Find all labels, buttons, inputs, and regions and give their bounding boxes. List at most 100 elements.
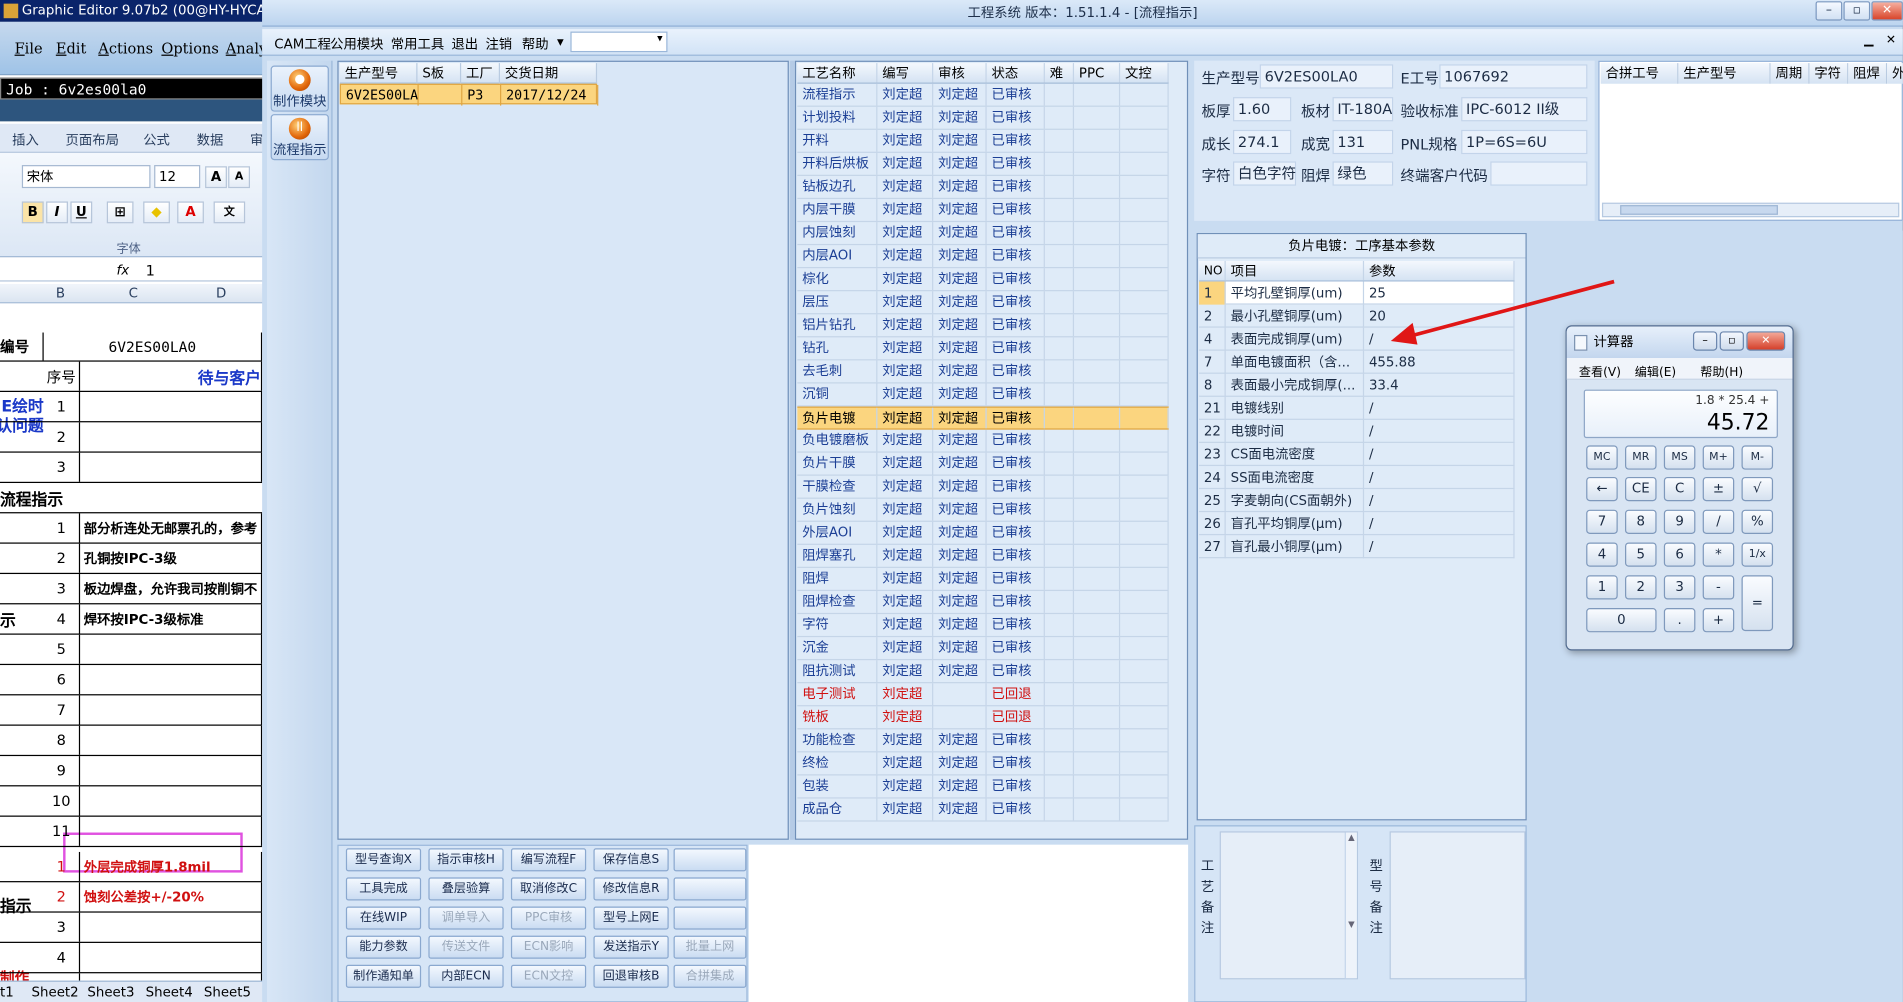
graphic-editor-titlebar[interactable]: Graphic Editor 9.07b2 (00@HY-HYCAM-P [0,0,267,22]
seq-cell[interactable]: 4 [44,942,81,973]
sheet-tab[interactable]: Sheet5 [204,984,251,1000]
param-row[interactable]: 21 电镀线别 / [1199,396,1515,420]
process-row[interactable]: 阻焊检查 刘定超 刘定超 已审核 [797,591,1169,615]
calc-key[interactable]: 5 [1625,542,1657,567]
param-row[interactable]: 4 表面完成铜厚(um) / [1199,327,1515,351]
param-row[interactable]: 26 盲孔平均铜厚(μm) / [1199,512,1515,536]
process-row[interactable]: 负片蚀刻 刘定超 刘定超 已审核 [797,498,1169,522]
calc-minimize-icon[interactable]: – [1692,331,1718,351]
menu-help[interactable]: 帮助 [522,34,549,53]
tab-formula[interactable]: 公式 [143,130,170,149]
action-button[interactable]: 叠层验算 [428,877,504,901]
col-item[interactable]: 项目 [1226,260,1365,281]
instruction-cell[interactable] [80,634,263,664]
process-row[interactable]: 内层AOI 刘定超 刘定超 已审核 [797,245,1169,269]
col-s-board[interactable]: S板 [417,63,462,84]
col-char[interactable]: 字符 [1809,63,1849,84]
process-row[interactable]: 沉金 刘定超 刘定超 已审核 [797,637,1169,661]
mdi-minimize-icon[interactable]: ▁ [1864,34,1873,47]
action-button[interactable]: 内部ECN [428,964,504,988]
process-row[interactable]: 开料 刘定超 刘定超 已审核 [797,129,1169,153]
make-module-button[interactable]: ● 制作模块 [270,65,329,112]
close-icon[interactable]: ✕ [1871,1,1903,21]
instruction-cell[interactable] [80,756,263,786]
fx-icon[interactable]: fx [117,262,130,278]
process-row[interactable]: 包装 刘定超 刘定超 已审核 [797,775,1169,799]
process-row[interactable]: 负电镀磨板 刘定超 刘定超 已审核 [797,429,1169,453]
process-row[interactable]: 计划投料 刘定超 刘定超 已审核 [797,106,1169,130]
thickness-value[interactable]: 1.60 [1233,97,1292,122]
underline-icon[interactable]: U [70,201,93,224]
standard-value[interactable]: IPC-6012 II级 [1461,97,1588,122]
instruction-cell[interactable] [80,725,263,755]
action-button[interactable]: 取消修改C [510,877,587,901]
process-row[interactable]: 字符 刘定超 刘定超 已审核 [797,614,1169,638]
grow-font-icon[interactable]: A [205,166,227,189]
action-button[interactable] [673,848,747,872]
mask-value[interactable]: 绿色 [1332,161,1394,186]
instruction-cell[interactable]: 蚀刻公差按+/-20% [80,882,263,912]
calc-key[interactable]: M+ [1702,445,1735,470]
tab-insert[interactable]: 插入 [12,130,39,149]
col-param[interactable]: 参数 [1364,260,1515,281]
seq-cell[interactable]: 6 [44,665,81,695]
seq-cell[interactable]: 3 [44,912,81,942]
process-row[interactable]: 铝片钻孔 刘定超 刘定超 已审核 [797,314,1169,338]
menu-exit[interactable]: 退出 [451,34,478,53]
col-status[interactable]: 状态 [987,63,1045,83]
calc-key[interactable]: 7 [1586,509,1618,534]
width-value[interactable]: 131 [1332,129,1394,155]
action-button[interactable]: 保存信息S [593,848,669,872]
seq-cell[interactable]: 5 [44,634,81,664]
col-writer[interactable]: 编写 [877,63,934,83]
main-titlebar[interactable]: 工程系统 版本：1.51.1.4 - [流程指示] – ▫ ✕ [262,0,1903,27]
col-d[interactable]: D [216,285,226,301]
param-row[interactable]: 1 平均孔壁铜厚(um) 25 [1199,281,1515,305]
col-period[interactable]: 周期 [1770,63,1810,84]
calc-key[interactable]: * [1702,542,1735,567]
end-customer-value[interactable] [1490,161,1588,186]
action-button[interactable]: 型号上网E [593,906,669,930]
cell[interactable] [80,422,263,452]
calc-key[interactable]: . [1663,608,1696,633]
calc-key[interactable]: % [1741,509,1774,534]
chevron-down-icon[interactable]: ▾ [557,34,564,50]
e-no-value[interactable]: 1067692 [1439,64,1588,89]
param-row[interactable]: 24 SS面电流密度 / [1199,466,1515,490]
tab-page-layout[interactable]: 页面布局 [66,130,119,149]
seq-cell[interactable]: 4 [44,604,81,634]
sheet-tab[interactable]: Sheet4 [146,984,193,1000]
process-row[interactable]: 内层干膜 刘定超 刘定超 已审核 [797,199,1169,223]
calc-key[interactable]: √ [1741,476,1774,502]
col-combine-no[interactable]: 合拼工号 [1600,63,1679,84]
param-row[interactable]: 23 CS面电流密度 / [1199,442,1515,467]
process-row[interactable]: 阻焊 刘定超 刘定超 已审核 [797,567,1169,592]
param-row[interactable]: 27 盲孔最小铜厚(μm) / [1199,535,1515,559]
col-no[interactable]: NO [1199,260,1226,281]
calc-close-icon[interactable]: ✕ [1746,331,1786,351]
phonetic-icon[interactable]: 文 [213,201,246,224]
seq-cell[interactable]: 11 [44,816,81,846]
instruction-cell[interactable]: 外层完成铜厚1.8mil [80,851,263,882]
param-row[interactable]: 2 最小孔壁铜厚(um) 20 [1199,304,1515,328]
char-value[interactable]: 白色字符 [1233,161,1296,186]
param-row[interactable]: 7 单面电镀面积（含... 455.88 [1199,350,1515,374]
process-row[interactable]: 功能检查 刘定超 刘定超 已审核 [797,729,1169,753]
part-number-cell[interactable]: 6V2ES00LA0 [44,332,263,361]
calc-key[interactable]: = [1741,575,1774,632]
calc-key[interactable]: C [1663,476,1696,502]
calc-key[interactable]: MR [1625,445,1657,470]
font-name-select[interactable]: 宋体 [21,165,151,189]
calc-key[interactable]: 4 [1586,542,1618,567]
menu-actions[interactable]: Actions [98,40,153,57]
instruction-cell[interactable] [80,912,263,942]
instruction-cell[interactable]: 焊环按IPC-3级标准 [80,604,263,634]
action-button[interactable]: 修改信息R [593,877,669,901]
col-doc-control[interactable]: 文控 [1120,63,1169,83]
calc-key[interactable]: M- [1741,445,1774,470]
calc-key[interactable]: MS [1663,445,1696,470]
module-combo[interactable]: ▾ [570,31,668,53]
calc-key[interactable]: 1/x [1741,542,1774,567]
action-button[interactable]: 合拼集成 [673,964,747,988]
menu-help[interactable]: 帮助(H) [1700,362,1743,380]
